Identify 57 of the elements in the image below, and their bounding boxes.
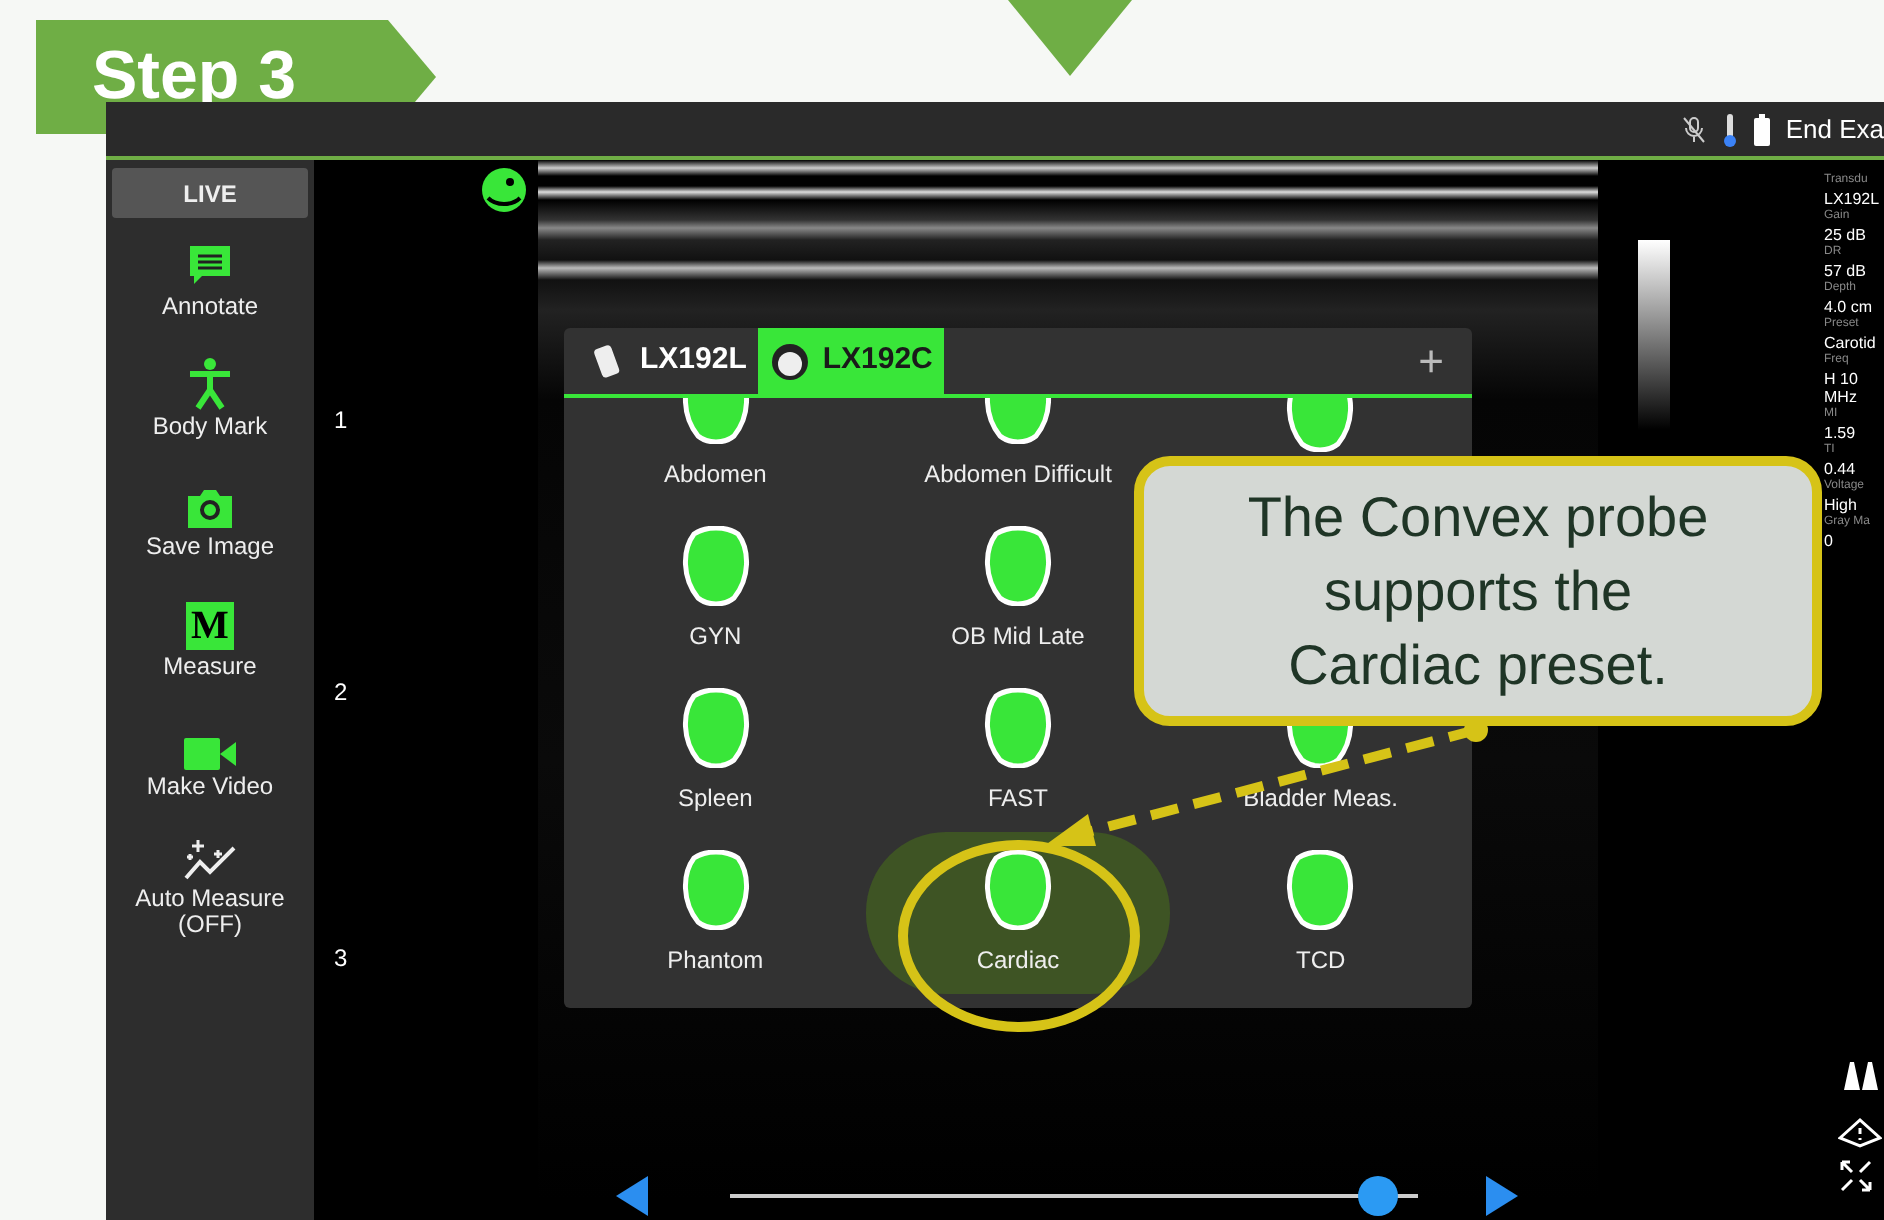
parameter-value: Carotid [1824,334,1878,352]
sidebar-tool[interactable]: M Measure [110,598,310,698]
parameter-value: 0.44 [1824,460,1858,478]
depth-marker: 2 [334,676,348,710]
organ-icon [979,850,1056,930]
organ-icon [1282,850,1359,930]
preset-item[interactable]: Abdomen [564,398,867,508]
organ-icon [677,526,754,606]
organ-icon [979,688,1056,768]
logo-icon [480,166,528,214]
probe-tab[interactable]: LX192L [576,328,759,394]
parameter-value: LX192L [1824,190,1882,208]
preset-item[interactable]: Cardiac [866,832,1170,994]
organ-icon [677,850,754,930]
probe-tab[interactable]: LX192C [758,328,945,394]
callout-tooltip: The Convex probe supports the Cardiac preset. [1134,456,1822,726]
battery-icon [1753,113,1770,145]
parameter-value: 57 dB [1824,262,1868,280]
sidebar-tool[interactable]: Make Video [110,718,310,818]
depth-marker: 1 [334,404,348,438]
sidebar-tool[interactable]: Body Mark [110,358,310,458]
preset-item[interactable]: GYN [564,508,867,670]
next-icon[interactable] [1486,1176,1518,1216]
expand-icon[interactable] [1840,1160,1872,1192]
pointer-triangle-icon [1008,0,1132,76]
microphone-muted-icon[interactable] [1681,115,1706,143]
previous-icon[interactable] [616,1176,648,1216]
convex-probe-icon [770,341,811,381]
sidebar-tool[interactable]: Save Image [110,478,310,578]
organ-icon [677,688,754,768]
parameter-value: 1.59 [1824,424,1858,442]
parameter-value: 25 dB [1824,226,1868,244]
preset-item[interactable]: Phantom [564,832,867,994]
thermometer-icon [1721,111,1738,147]
parameter-value: MHz [1824,388,1859,406]
camera-icon [186,486,234,530]
preset-item[interactable]: TCD [1169,832,1472,994]
parameter-value: H 10 [1824,370,1860,388]
depth-marker: 3 [334,942,348,976]
probe-marker-icon [1840,1062,1880,1090]
live-button[interactable]: LIVE [112,168,308,218]
add-button[interactable]: + [1418,328,1444,394]
end-exam-button[interactable]: End Exa [1785,109,1884,149]
parameter-value: 0 [1824,532,1835,550]
preset-item[interactable]: Spleen [564,670,867,832]
parameter-value: 4.0 cm [1824,298,1875,316]
sparkle-chart-icon [182,838,238,882]
video-camera-icon [184,738,236,770]
sidebar-tool[interactable]: Auto Measure (OFF) [110,838,310,938]
annotation-icon [186,242,234,290]
measure-icon: M [186,602,234,650]
slider-thumb[interactable] [1358,1176,1399,1216]
organ-icon [979,526,1056,606]
person-icon [188,358,232,410]
frame-slider[interactable] [730,1176,1418,1216]
parameter-value: High [1824,496,1859,514]
sidebar-tool[interactable]: Annotate [110,238,310,338]
